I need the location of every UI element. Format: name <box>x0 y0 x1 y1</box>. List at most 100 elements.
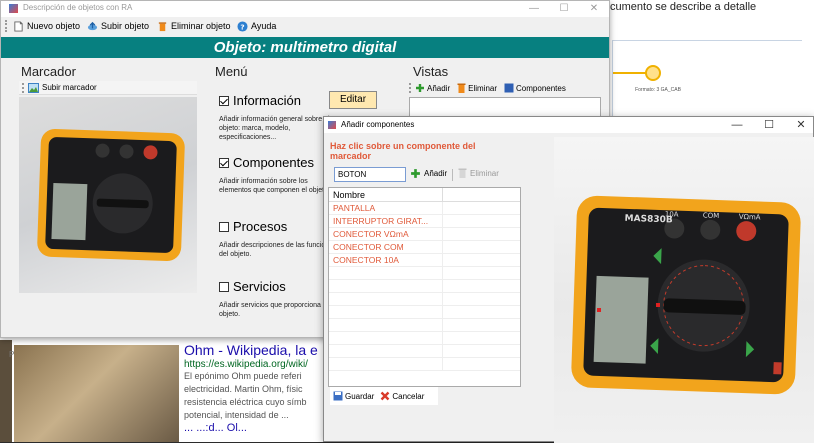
add-components-dialog: Añadir componentes — ☐ ✕ Haz clic sobre … <box>323 116 814 443</box>
table-row[interactable] <box>329 345 520 358</box>
search-result-url[interactable]: https://es.wikipedia.org/wiki/ <box>184 359 324 370</box>
table-row[interactable]: PANTALLA <box>329 202 520 215</box>
search-result-title[interactable]: Ohm - Wikipedia, la e <box>184 342 324 358</box>
table-row[interactable] <box>329 319 520 332</box>
vistas-delete-button[interactable]: Eliminar <box>457 83 497 93</box>
servicios-checkbox[interactable] <box>219 281 229 292</box>
toolbar-grip <box>22 82 25 93</box>
table-row[interactable] <box>329 267 520 280</box>
table-row[interactable] <box>329 280 520 293</box>
dialog-title-bar[interactable]: Añadir componentes — ☐ ✕ <box>324 117 813 133</box>
table-row[interactable] <box>329 332 520 345</box>
trash-icon <box>458 168 467 178</box>
grid-header: Nombre <box>329 188 520 202</box>
marcador-title: Marcador <box>21 64 76 79</box>
app-icon <box>328 121 336 129</box>
table-row[interactable] <box>329 358 520 371</box>
edit-button[interactable]: Editar <box>329 91 377 109</box>
components-grid[interactable]: Nombre PANTALLA INTERRUPTOR GIRAT... CON… <box>328 187 521 387</box>
table-row[interactable]: CONECTOR COM <box>329 241 520 254</box>
flow-node-label: Formato: 3 GA_CAB <box>635 87 681 93</box>
vistas-toolbar: Añadir Eliminar Componentes <box>409 81 601 95</box>
upload-icon <box>87 21 98 30</box>
search-result-snippet: electricidad. Martin Ohm, físic <box>184 384 303 394</box>
componentes-checkbox[interactable] <box>219 157 229 168</box>
plus-icon <box>411 169 420 178</box>
marker-image[interactable] <box>19 97 197 293</box>
trash-icon <box>158 21 167 31</box>
multimeter-port-10a: 10A <box>665 210 679 218</box>
help-button[interactable]: ? Ayuda <box>237 19 276 33</box>
maximize-button[interactable]: ☐ <box>549 1 579 16</box>
close-button[interactable]: ✕ <box>579 1 609 16</box>
help-icon: ? <box>237 20 248 32</box>
components-icon <box>504 83 514 93</box>
marker-point-interruptor[interactable] <box>656 303 660 307</box>
table-row[interactable] <box>329 306 520 319</box>
vistas-add-button[interactable]: Añadir <box>415 83 450 93</box>
dialog-maximize-button[interactable]: ☐ <box>752 117 786 133</box>
save-button[interactable]: Guardar <box>333 391 374 401</box>
toolbar-grip <box>409 83 412 93</box>
cancel-label: Cancelar <box>392 391 425 401</box>
componentes-description: Añadir información sobre los elementos q… <box>219 178 330 194</box>
cancel-button[interactable]: Cancelar <box>380 391 424 401</box>
marker-point-pantalla[interactable] <box>597 308 601 312</box>
marcador-toolbar: Subir marcador <box>19 81 197 95</box>
svg-text:?: ? <box>240 22 244 31</box>
close-icon <box>381 391 390 401</box>
app-icon <box>9 4 18 13</box>
delete-component-button[interactable]: Eliminar <box>458 168 499 178</box>
table-row[interactable] <box>329 293 520 306</box>
menu-title: Menú <box>215 64 248 79</box>
componentes-label: Componentes <box>233 155 314 170</box>
vistas-components-button[interactable]: Componentes <box>504 83 566 93</box>
informacion-checkbox[interactable] <box>219 95 229 106</box>
upload-object-button[interactable]: Subir objeto <box>87 19 149 33</box>
vistas-delete-label: Eliminar <box>468 83 498 93</box>
dialog-minimize-button[interactable]: — <box>720 117 754 133</box>
add-component-button[interactable]: Añadir <box>410 168 447 179</box>
image-icon <box>28 82 39 93</box>
window-title: Descripción de objetos con RA <box>23 3 133 12</box>
search-result-next-title[interactable]: ... ...:d... Ol... <box>184 422 324 435</box>
delete-component-label: Eliminar <box>470 168 499 178</box>
informacion-label: Información <box>233 93 301 108</box>
dialog-close-button[interactable]: ✕ <box>784 117 814 133</box>
search-result-image[interactable] <box>14 345 179 442</box>
plus-icon <box>416 84 424 92</box>
component-name-input[interactable]: BOTON <box>334 167 406 182</box>
component-name-cell: CONECTOR VΩmA <box>329 228 443 240</box>
new-object-button[interactable]: Nuevo objeto <box>13 19 80 33</box>
grid-header-nombre[interactable]: Nombre <box>329 188 443 201</box>
delete-object-label: Eliminar objeto <box>171 21 231 31</box>
save-icon <box>333 391 343 401</box>
servicios-description: Añadir servicios que proporciona el obje… <box>219 302 329 318</box>
vistas-components-label: Componentes <box>516 83 566 93</box>
trash-icon <box>457 83 466 93</box>
dialog-hint: Haz clic sobre un componente del marcado… <box>330 141 476 161</box>
upload-marker-button[interactable]: Subir marcador <box>28 82 97 93</box>
table-row[interactable]: CONECTOR VΩmA <box>329 228 520 241</box>
new-document-icon <box>14 20 23 32</box>
minimize-button[interactable]: — <box>519 1 549 16</box>
table-row[interactable]: CONECTOR 10A <box>329 254 520 267</box>
procesos-description: Añadir descripciones de las funciones de… <box>219 242 337 258</box>
component-name-cell: INTERRUPTOR GIRAT... <box>329 215 443 227</box>
search-result-snippet: resistencia eléctrica cuyo símb <box>184 397 307 407</box>
dialog-title: Añadir componentes <box>341 120 415 129</box>
table-row[interactable]: INTERRUPTOR GIRAT... <box>329 215 520 228</box>
component-name-cell: CONECTOR COM <box>329 241 443 253</box>
marker-click-area[interactable]: MAS830B 10A COM VΩmA <box>554 137 814 443</box>
main-title-bar[interactable]: Descripción de objetos con RA — ☐ ✕ <box>1 1 609 17</box>
vistas-title: Vistas <box>413 64 449 79</box>
multimeter-photo-large: MAS830B 10A COM VΩmA <box>571 195 801 395</box>
delete-object-button[interactable]: Eliminar objeto <box>157 19 231 33</box>
procesos-checkbox[interactable] <box>219 221 229 232</box>
toolbar-grip <box>5 20 8 32</box>
save-label: Guardar <box>345 391 375 401</box>
multimeter-photo-small <box>37 129 185 261</box>
component-name-cell: CONECTOR 10A <box>329 254 443 266</box>
upload-marker-label: Subir marcador <box>42 83 97 92</box>
procesos-label: Procesos <box>233 219 288 234</box>
